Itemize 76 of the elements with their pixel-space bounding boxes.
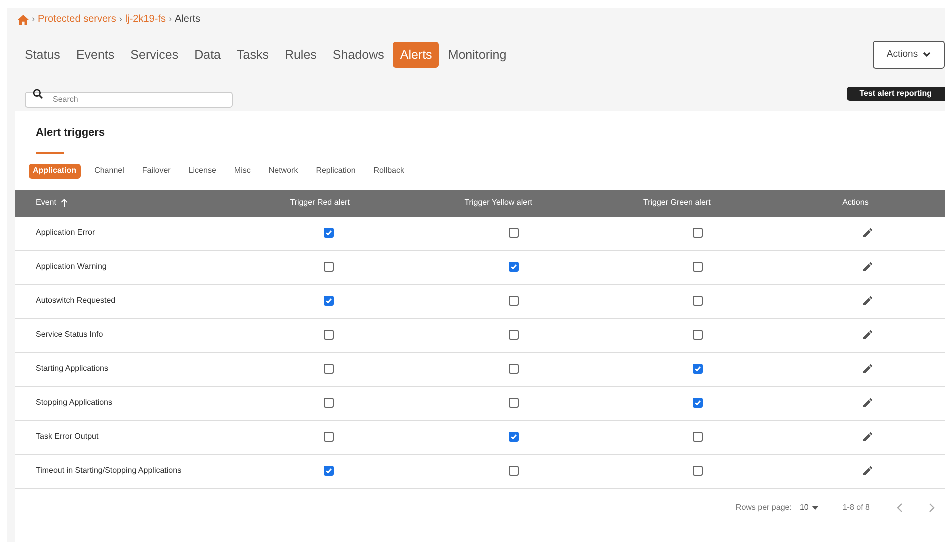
column-header[interactable]: Event — [36, 197, 56, 209]
rows-per-page-label: Rows per page: — [736, 502, 792, 514]
event-name: Stopping Applications — [36, 398, 112, 407]
tab[interactable]: Rules — [278, 42, 324, 68]
checkbox[interactable] — [508, 228, 519, 238]
checkbox[interactable] — [693, 364, 704, 374]
checkbox[interactable] — [324, 262, 334, 272]
breadcrumb-separator: › — [32, 12, 35, 26]
checkbox[interactable] — [508, 398, 519, 408]
checkbox[interactable] — [324, 330, 334, 340]
edit-icon[interactable] — [862, 329, 874, 341]
tab[interactable]: Tasks — [230, 42, 276, 68]
tab[interactable]: Monitoring — [441, 42, 514, 68]
event-name: Timeout in Starting/Stopping Applications — [36, 466, 182, 475]
column-header: Trigger Red alert — [290, 197, 350, 209]
event-name: Application Warning — [36, 262, 107, 271]
category-tab[interactable]: Rollback — [370, 164, 408, 178]
edit-icon[interactable] — [862, 363, 874, 375]
tab[interactable]: Events — [69, 42, 122, 68]
home-icon[interactable] — [18, 14, 29, 24]
checkbox[interactable] — [693, 262, 704, 272]
tab[interactable]: Services — [124, 42, 186, 68]
card-title: Alert triggers — [35, 126, 106, 141]
column-header: Trigger Yellow alert — [464, 197, 532, 209]
checkbox[interactable] — [693, 330, 704, 340]
tab[interactable]: Status — [18, 42, 68, 68]
tab[interactable]: Data — [188, 42, 228, 68]
dropdown-icon — [812, 506, 819, 510]
checkbox[interactable] — [508, 364, 519, 374]
event-name: Autoswitch Requested — [36, 296, 116, 305]
checkbox[interactable] — [324, 432, 334, 442]
edit-icon[interactable] — [862, 227, 874, 239]
checkbox[interactable] — [324, 466, 334, 476]
checkbox[interactable] — [693, 228, 704, 238]
search-field[interactable]: Search — [25, 92, 233, 108]
page-range: 1-8 of 8 — [842, 502, 870, 514]
category-tab[interactable]: Channel — [90, 164, 128, 178]
breadcrumb-separator: › — [119, 12, 122, 26]
column-header: Trigger Green alert — [644, 197, 711, 209]
checkbox[interactable] — [693, 432, 704, 442]
checkbox[interactable] — [693, 296, 704, 306]
checkbox[interactable] — [324, 228, 334, 238]
test-alert-button[interactable]: Test alert reporting — [846, 87, 945, 101]
checkbox[interactable] — [508, 432, 519, 442]
checkbox[interactable] — [508, 262, 519, 272]
category-tab[interactable]: Network — [264, 164, 302, 178]
checkbox[interactable] — [508, 466, 519, 476]
edit-icon[interactable] — [862, 465, 874, 477]
category-tab[interactable]: Misc — [230, 164, 255, 178]
rows-per-page-select[interactable]: 10 — [800, 502, 819, 514]
chevron-down-icon — [923, 52, 932, 58]
tab[interactable]: Shadows — [326, 42, 392, 68]
category-tab[interactable]: Replication — [312, 164, 360, 178]
checkbox[interactable] — [693, 466, 704, 476]
actions-button[interactable]: Actions — [873, 41, 945, 69]
edit-icon[interactable] — [862, 261, 874, 273]
event-name: Application Error — [36, 228, 96, 237]
column-header: Actions — [842, 197, 869, 209]
category-tab[interactable]: License — [184, 164, 220, 178]
breadcrumb-separator: › — [168, 12, 172, 26]
checkbox[interactable] — [508, 330, 519, 340]
sort-arrow-icon[interactable] — [61, 199, 68, 207]
checkbox[interactable] — [508, 296, 519, 306]
edit-icon[interactable] — [862, 397, 874, 409]
edit-icon[interactable] — [862, 431, 874, 443]
edit-icon[interactable] — [862, 295, 874, 307]
checkbox[interactable] — [693, 398, 704, 408]
breadcrumb-current: Alerts — [174, 13, 201, 27]
search-icon — [33, 89, 43, 99]
event-name: Service Status Info — [36, 330, 104, 339]
checkbox[interactable] — [324, 296, 334, 306]
event-name: Starting Applications — [36, 364, 108, 373]
checkbox[interactable] — [324, 364, 334, 374]
checkbox[interactable] — [324, 398, 334, 408]
event-name: Task Error Output — [36, 432, 99, 441]
category-tab[interactable]: Failover — [138, 164, 175, 178]
